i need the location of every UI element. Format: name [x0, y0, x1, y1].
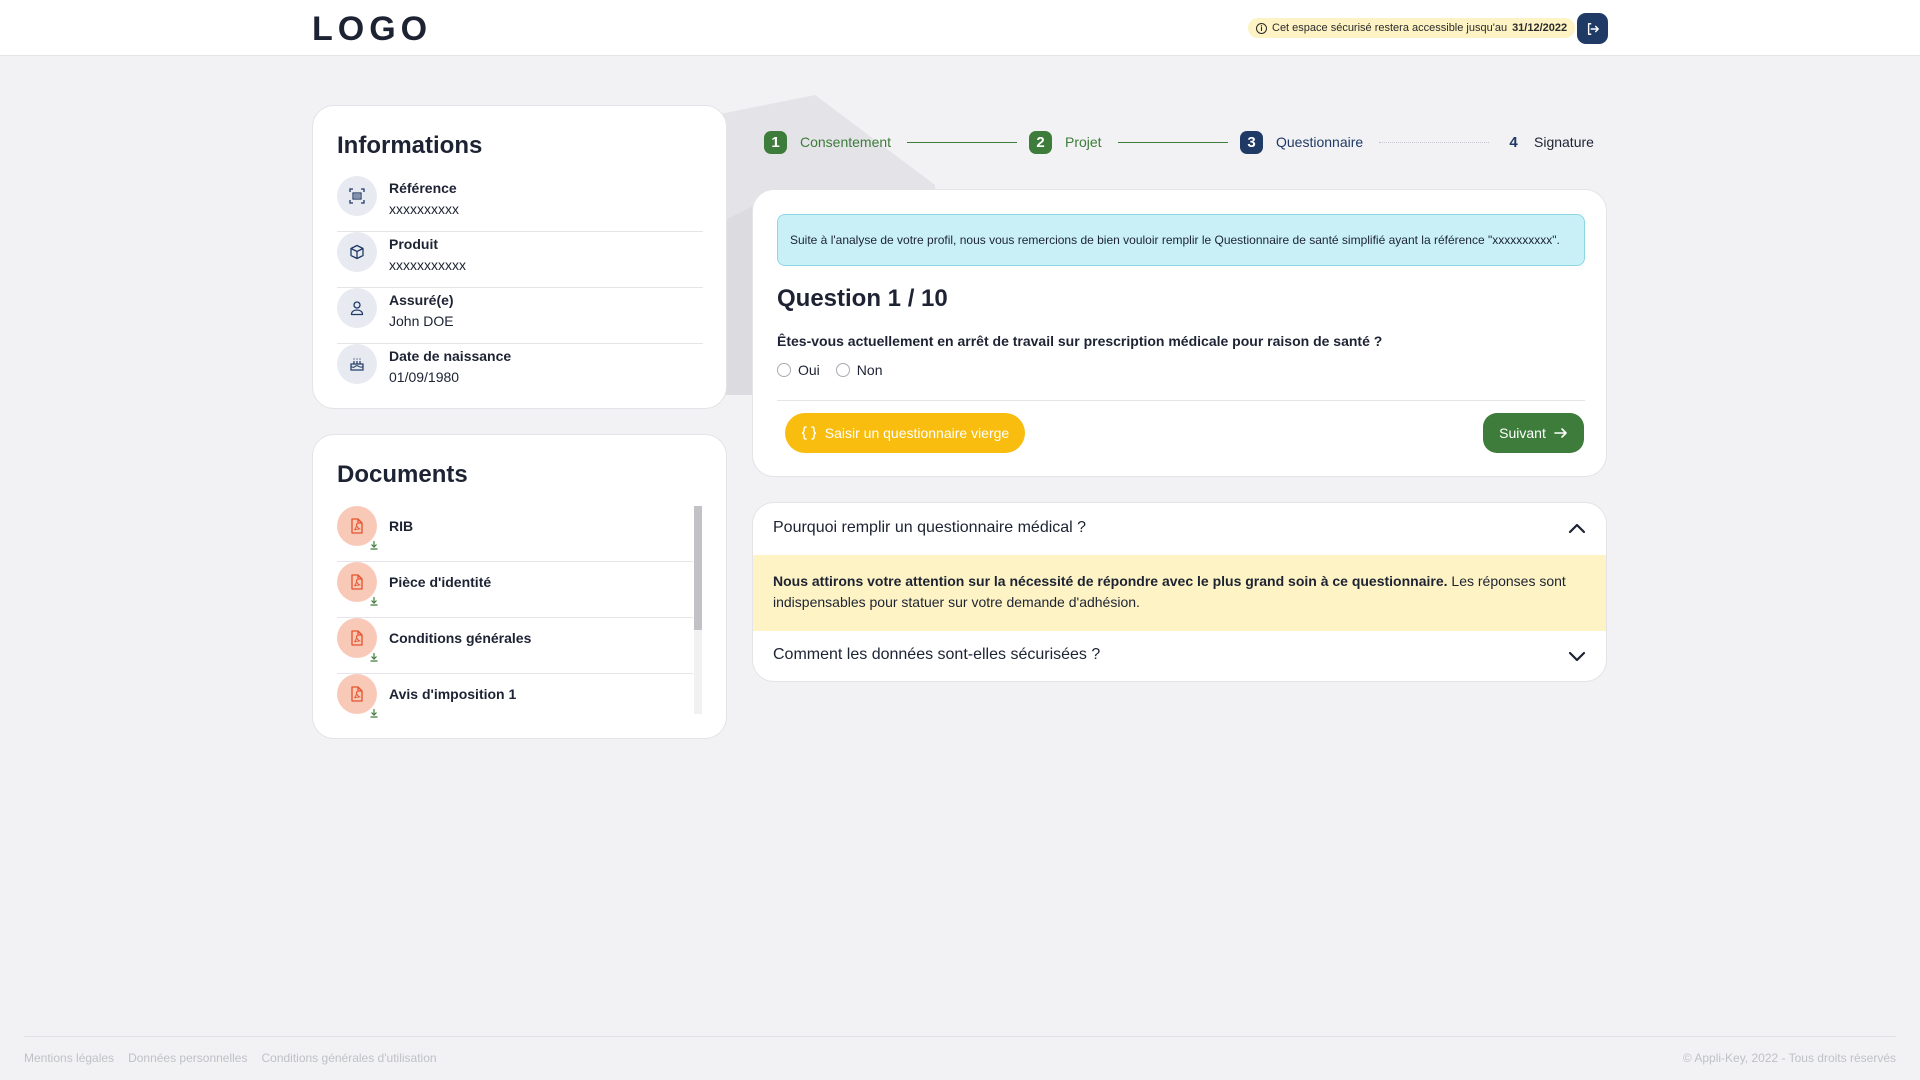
download-icon[interactable] [367, 538, 381, 552]
footer-links: Mentions légales Données personnelles Co… [24, 1051, 437, 1065]
step-connector [907, 142, 1017, 143]
barcode-scan-icon [337, 176, 377, 216]
download-icon[interactable] [367, 650, 381, 664]
info-row-produit: Produit xxxxxxxxxxx [337, 232, 703, 288]
copyright: © Appli-Key, 2022 - Tous droits réservés [1682, 1051, 1896, 1065]
document-item-rib[interactable]: RIB [337, 506, 693, 562]
birthday-cake-icon [337, 344, 377, 384]
footer-link-cgu[interactable]: Conditions générales d'utilisation [261, 1051, 436, 1065]
reference-label: Référence [389, 180, 457, 196]
question-card: Suite à l'analyse de votre profil, nous … [752, 189, 1607, 477]
step-label: Signature [1534, 134, 1594, 150]
step-number: 3 [1240, 130, 1263, 154]
braces-icon [801, 426, 816, 440]
download-icon[interactable] [367, 594, 381, 608]
faq-answer-1: Nous attirons votre attention sur la néc… [753, 555, 1606, 631]
info-row-date-naissance: Date de naissance 01/09/1980 [337, 344, 703, 400]
pdf-file-icon [337, 618, 378, 662]
step-signature: 4 Signature [1502, 130, 1594, 154]
document-item-avis-imposition-1[interactable]: Avis d'imposition 1 [337, 674, 693, 730]
documents-card: Documents RIB Pièce d'identité Condition… [312, 434, 727, 739]
document-name: Avis d'imposition 1 [389, 686, 517, 702]
info-icon: i [1256, 22, 1267, 34]
document-item-piece-identite[interactable]: Pièce d'identité [337, 562, 693, 618]
step-number: 1 [764, 130, 787, 154]
faq-question-2[interactable]: Comment les données sont-elles sécurisée… [773, 646, 1100, 664]
pdf-file-icon [337, 674, 378, 718]
next-button[interactable]: Suivant [1483, 413, 1584, 453]
step-projet: 2 Projet [1029, 130, 1102, 154]
step-number: 4 [1509, 133, 1518, 151]
footer-divider [24, 1036, 1896, 1037]
informations-title: Informations [337, 132, 483, 159]
radio-circle[interactable] [777, 363, 791, 377]
blank-questionnaire-label: Saisir un questionnaire vierge [824, 425, 1010, 441]
produit-value: xxxxxxxxxxx [389, 257, 466, 273]
assure-label: Assuré(e) [389, 292, 454, 308]
faq-question-1[interactable]: Pourquoi remplir un questionnaire médica… [773, 519, 1086, 537]
arrow-right-icon [1554, 428, 1567, 438]
logo[interactable]: LOGO [312, 10, 432, 49]
blank-questionnaire-button[interactable]: Saisir un questionnaire vierge [785, 413, 1025, 453]
logout-button[interactable] [1577, 13, 1608, 44]
radio-label-oui: Oui [798, 362, 820, 378]
chevron-down-icon[interactable] [1565, 644, 1589, 668]
next-label: Suivant [1499, 425, 1546, 441]
pdf-file-icon [337, 562, 378, 606]
cube-icon [337, 232, 377, 272]
step-connector [1379, 142, 1489, 143]
date-naissance-label: Date de naissance [389, 348, 512, 364]
radio-oui[interactable]: Oui [777, 362, 820, 378]
document-name: Conditions générales [389, 630, 532, 646]
user-icon [337, 288, 377, 328]
step-label: Consentement [800, 134, 892, 150]
radio-non[interactable]: Non [835, 362, 883, 378]
informations-card: Informations Référence xxxxxxxxxx Produi… [312, 105, 727, 409]
step-consentement: 1 Consentement [764, 130, 891, 154]
notice-date: 31/12/2022 [1512, 22, 1568, 34]
logout-icon [1587, 22, 1599, 35]
step-label: Questionnaire [1276, 134, 1364, 150]
divider [777, 400, 1585, 401]
step-label: Projet [1065, 134, 1102, 150]
footer-link-donnees-personnelles[interactable]: Données personnelles [128, 1051, 247, 1065]
document-item-conditions-generales[interactable]: Conditions générales [337, 618, 693, 674]
info-alert: Suite à l'analyse de votre profil, nous … [777, 214, 1585, 266]
radio-circle[interactable] [835, 363, 850, 377]
notice-text: Cet espace sécurisé restera accessible j… [1272, 22, 1508, 34]
step-questionnaire: 3 Questionnaire [1240, 130, 1363, 154]
documents-title: Documents [337, 461, 468, 488]
download-icon[interactable] [367, 706, 381, 720]
radio-label-non: Non [856, 362, 883, 378]
access-notice-badge: i Cet espace sécurisé restera accessible… [1248, 18, 1576, 38]
info-row-reference: Référence xxxxxxxxxx [337, 176, 703, 232]
produit-label: Produit [389, 236, 438, 252]
faq-answer-bold: Nous attirons votre attention sur la néc… [773, 573, 1448, 589]
step-number: 2 [1029, 130, 1052, 154]
assure-value: John DOE [389, 313, 454, 329]
documents-scrollbar-thumb[interactable] [694, 506, 702, 630]
date-naissance-value: 01/09/1980 [389, 369, 460, 385]
question-text: Êtes-vous actuellement en arrêt de trava… [777, 333, 1383, 349]
footer-link-mentions-legales[interactable]: Mentions légales [24, 1051, 114, 1065]
reference-value: xxxxxxxxxx [389, 201, 459, 217]
info-row-assure: Assuré(e) John DOE [337, 288, 703, 344]
top-bar: LOGO i Cet espace sécurisé restera acces… [0, 0, 1920, 56]
step-connector [1118, 142, 1228, 143]
question-title: Question 1 / 10 [777, 285, 948, 312]
document-name: Pièce d'identité [389, 574, 492, 590]
document-name: RIB [389, 518, 414, 534]
chevron-up-icon[interactable] [1565, 517, 1589, 541]
faq-card: Pourquoi remplir un questionnaire médica… [752, 502, 1607, 682]
answer-radio-group: Oui Non [777, 362, 882, 378]
pdf-file-icon [337, 506, 378, 550]
